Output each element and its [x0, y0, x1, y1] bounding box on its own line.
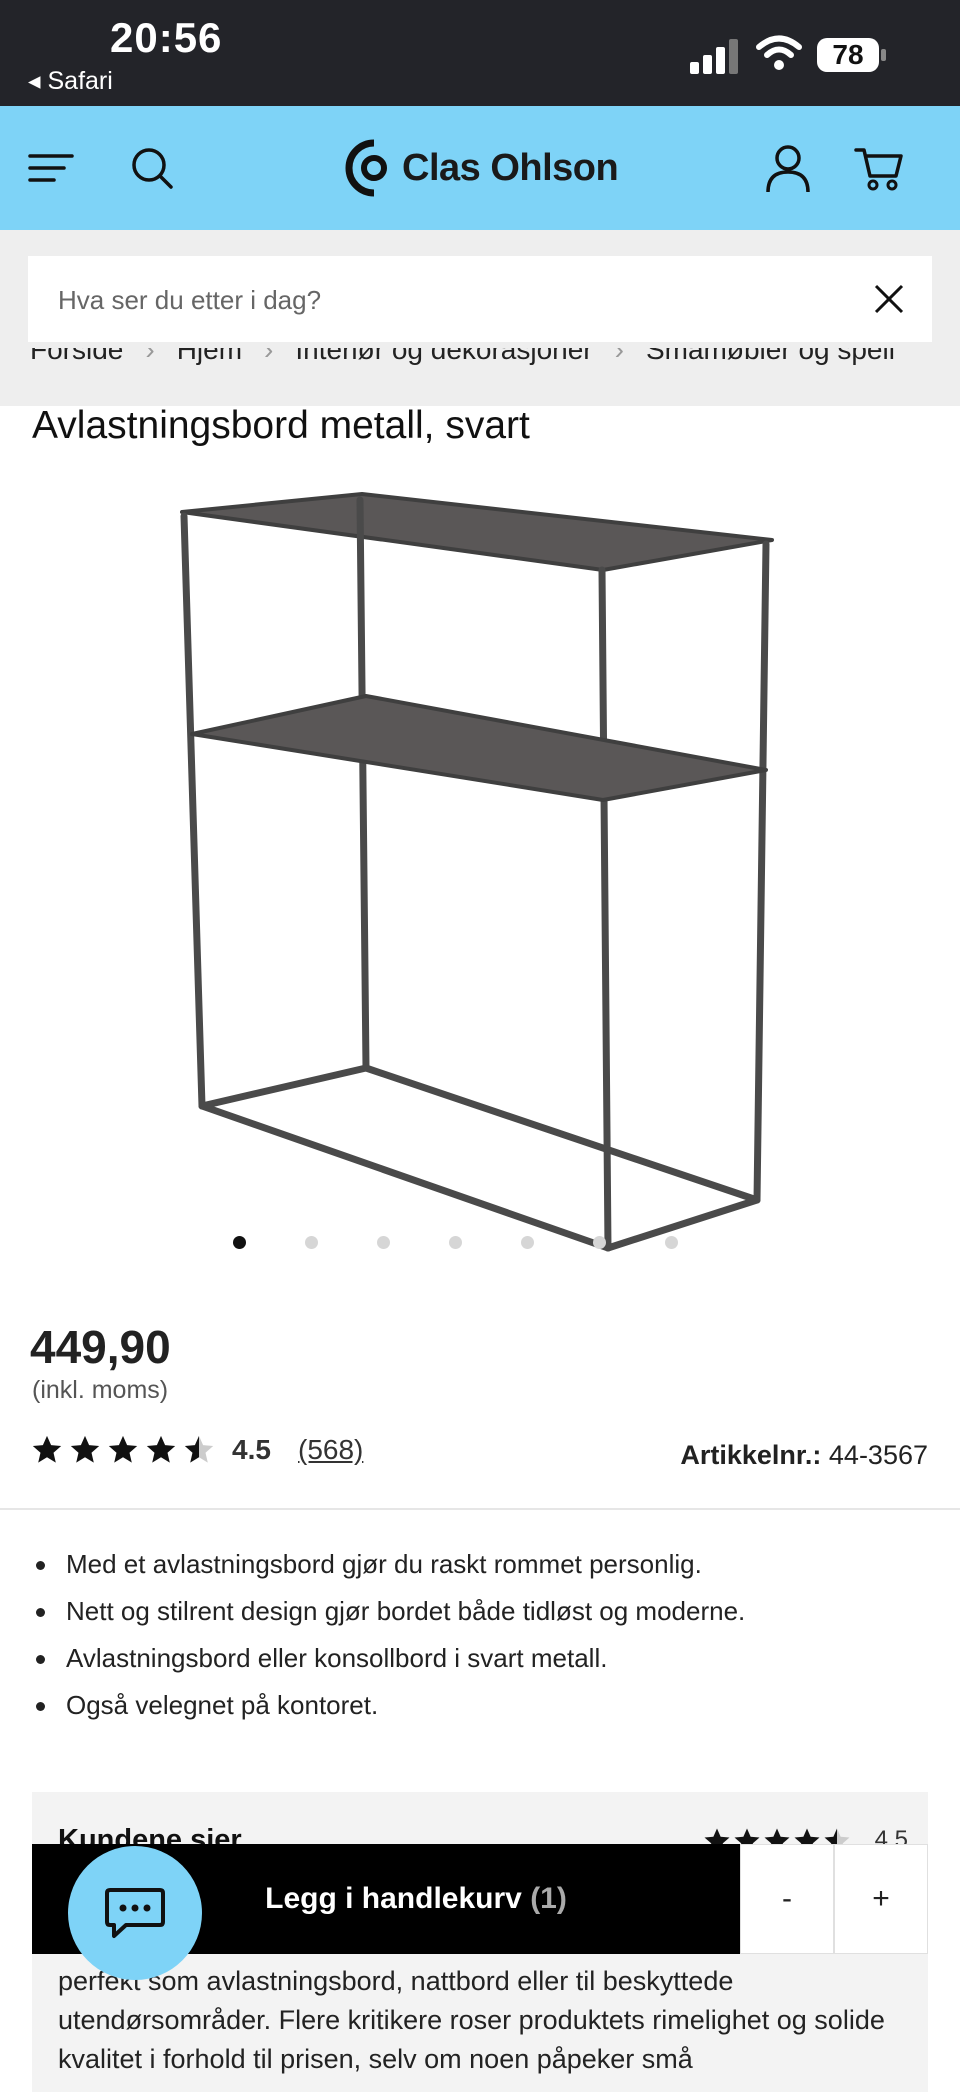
brand-logo[interactable]: Clas Ohlson	[344, 136, 619, 200]
list-item: Avlastningsbord eller konsollbord i svar…	[32, 1638, 932, 1685]
search-input[interactable]	[56, 256, 840, 344]
half-star-icon	[184, 1435, 214, 1463]
carousel-dot[interactable]	[593, 1236, 606, 1249]
cart-quantity: (1)	[530, 1882, 567, 1915]
product-price: 449,90	[30, 1321, 171, 1373]
image-carousel-dots	[0, 1236, 960, 1252]
article-number-label: Artikkelnr.:	[680, 1440, 822, 1470]
back-to-safari-link[interactable]: ◂ Safari	[28, 66, 113, 96]
status-bar: 20:56 ◂ Safari 78	[0, 0, 960, 106]
page-title: Avlastningsbord metall, svart	[32, 404, 530, 447]
star-icon	[108, 1435, 138, 1463]
rating-stars	[30, 1432, 220, 1468]
reviews-summary-text: perfekt som avlastningsbord, nattbord el…	[58, 1966, 885, 2074]
chat-button[interactable]	[68, 1846, 202, 1980]
close-icon[interactable]	[868, 278, 910, 320]
breadcrumb-item[interactable]: Forside	[30, 348, 123, 365]
feature-list: Med et avlastningsbord gjør du raskt rom…	[32, 1544, 932, 1732]
breadcrumb-item[interactable]: Interiør og dekorasjoner	[295, 348, 592, 365]
list-item: Med et avlastningsbord gjør du raskt rom…	[32, 1544, 932, 1591]
search-icon[interactable]	[126, 142, 178, 194]
list-item: Nett og stilrent design gjør bordet både…	[32, 1591, 932, 1638]
chevron-right-icon: ›	[614, 348, 624, 365]
breadcrumb: Forside › Hjem › Interiør og dekorasjoner › Sm…	[30, 348, 895, 382]
list-item: Også velegnet på kontoret.	[32, 1685, 932, 1732]
decrease-quantity-button[interactable]: -	[740, 1844, 834, 1954]
carousel-dot[interactable]	[449, 1236, 462, 1249]
carousel-dot[interactable]	[233, 1236, 246, 1249]
review-count-link[interactable]: (568)	[298, 1434, 363, 1466]
cart-icon[interactable]	[854, 142, 906, 194]
article-number: Artikkelnr.: 44-3567	[680, 1440, 928, 1471]
user-icon[interactable]	[762, 142, 814, 194]
carousel-dot[interactable]	[377, 1236, 390, 1249]
star-icon	[70, 1435, 100, 1463]
chat-icon	[105, 1888, 165, 1938]
add-to-cart-label: Legg i handlekurv	[265, 1882, 522, 1915]
search-box	[28, 256, 932, 344]
carousel-dot[interactable]	[665, 1236, 678, 1249]
chevron-right-icon: ›	[264, 348, 274, 365]
increase-quantity-button[interactable]: +	[834, 1844, 928, 1954]
article-number-value: 44-3567	[828, 1440, 928, 1470]
divider	[0, 1508, 960, 1510]
star-icon	[32, 1435, 62, 1463]
carousel-dot[interactable]	[521, 1236, 534, 1249]
battery-indicator: 78	[816, 36, 888, 74]
product-image[interactable]	[170, 478, 800, 1268]
signal-icon	[690, 39, 738, 74]
menu-icon[interactable]	[26, 142, 78, 194]
carousel-dot[interactable]	[305, 1236, 318, 1249]
wifi-icon	[756, 35, 802, 70]
star-icon	[146, 1435, 176, 1463]
brand-name: Clas Ohlson	[402, 146, 619, 189]
rating-value: 4.5	[232, 1434, 271, 1465]
logo-mark-icon	[345, 139, 387, 197]
site-header: Clas Ohlson	[0, 106, 960, 230]
battery-level: 78	[832, 39, 864, 70]
status-time: 20:56	[110, 14, 223, 61]
vat-note: (inkl. moms)	[32, 1376, 169, 1404]
chevron-right-icon: ›	[145, 348, 155, 365]
breadcrumb-item[interactable]: Småmøbler og speil	[646, 348, 895, 365]
breadcrumb-item[interactable]: Hjem	[177, 348, 242, 365]
